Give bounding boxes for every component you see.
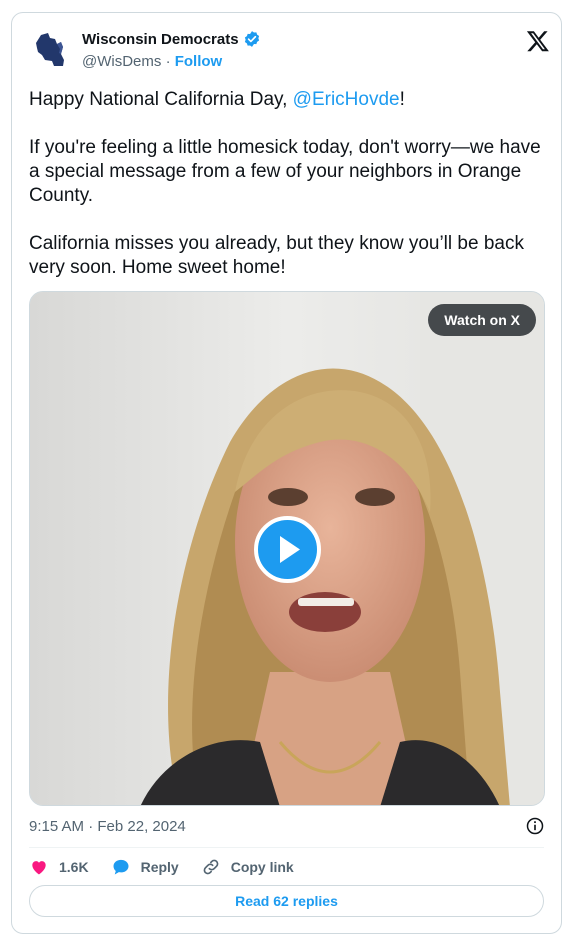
wisconsin-map-icon[interactable] [30, 27, 74, 71]
copy-link-button[interactable]: Copy link [201, 857, 294, 877]
info-icon[interactable] [525, 816, 545, 836]
tweet-line-prefix: Happy National California Day, [29, 89, 293, 110]
divider [29, 847, 544, 848]
link-icon [203, 859, 219, 875]
heart-icon [32, 861, 46, 875]
handle-separator: · [165, 53, 171, 70]
x-logo-icon[interactable] [526, 29, 550, 53]
author-name-row: Wisconsin Democrats [82, 30, 261, 48]
tweet-text: Happy National California Day, @EricHovd… [29, 88, 549, 304]
play-button[interactable] [254, 516, 321, 583]
video-player[interactable]: Watch on X [29, 291, 545, 806]
reply-button[interactable]: Reply [111, 857, 179, 877]
copy-link-label: Copy link [230, 859, 294, 875]
tweet-paragraph-2: If you're feeling a little homesick toda… [29, 137, 541, 206]
watch-on-x-button[interactable]: Watch on X [428, 304, 536, 336]
like-count: 1.6K [59, 859, 89, 875]
reply-bubble-icon [113, 859, 129, 875]
author-handle[interactable]: @WisDems [82, 53, 161, 70]
play-icon [280, 536, 300, 563]
author-handle-row: @WisDems · Follow [82, 53, 222, 70]
read-replies-button[interactable]: Read 62 replies [29, 885, 544, 917]
tweet-line-suffix: ! [399, 89, 405, 110]
tweet-paragraph-3: California misses you already, but they … [29, 233, 524, 278]
verified-badge-icon [244, 31, 259, 47]
mention-link[interactable]: @EricHovde [293, 89, 400, 110]
follow-link[interactable]: Follow [175, 53, 223, 70]
embedded-tweet-card: Wisconsin Democrats @WisDems · Follow Ha… [11, 12, 562, 934]
tweet-header: Wisconsin Democrats @WisDems · Follow [30, 27, 550, 75]
author-name[interactable]: Wisconsin Democrats [82, 31, 239, 48]
like-button[interactable]: 1.6K [29, 857, 89, 877]
reply-label: Reply [140, 859, 179, 875]
tweet-timestamp[interactable]: 9:15 AM · Feb 22, 2024 [29, 818, 186, 835]
tweet-paragraph-1: Happy National California Day, @EricHovd… [29, 88, 549, 112]
tweet-actions: 1.6K Reply Copy link [29, 855, 316, 879]
